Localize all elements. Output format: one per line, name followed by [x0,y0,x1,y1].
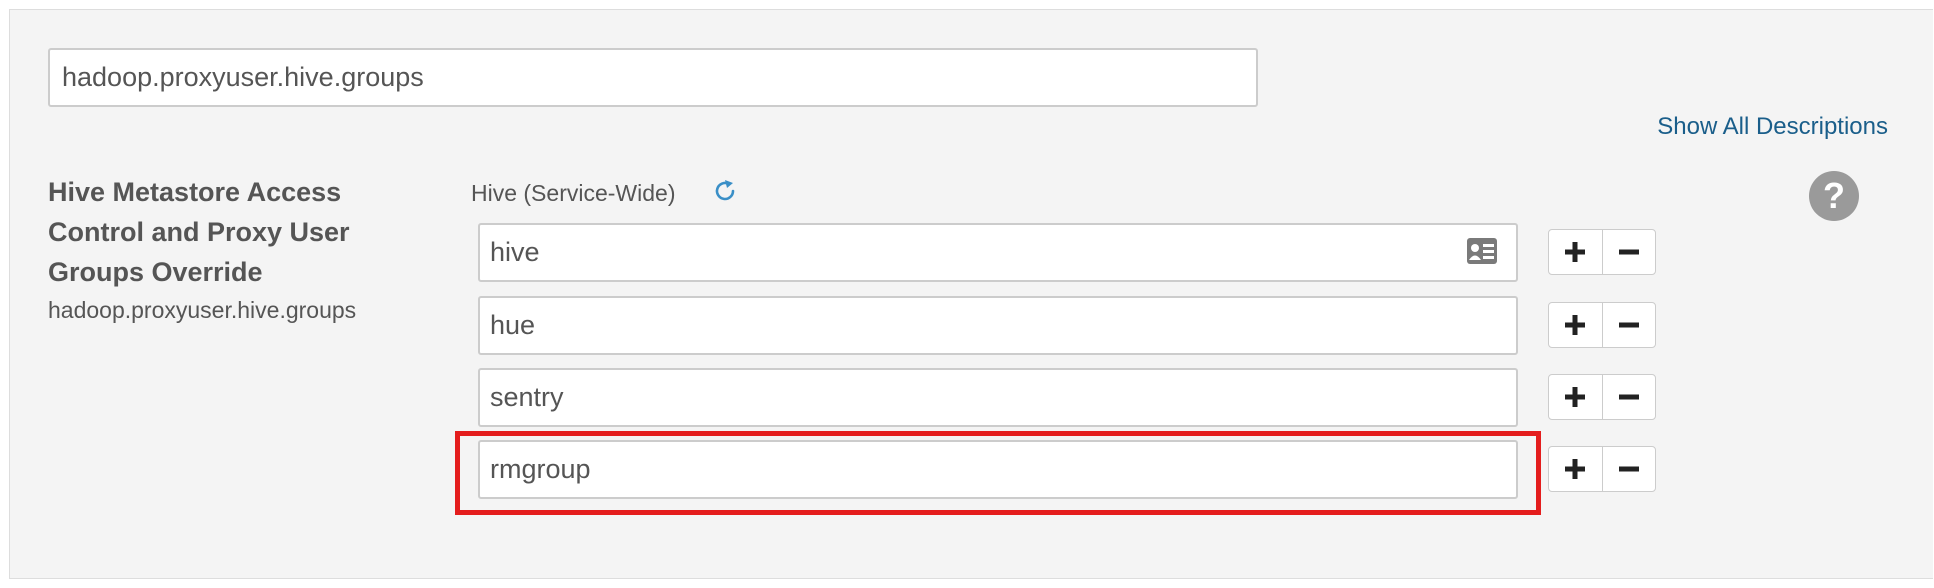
row-button-group [1548,302,1656,348]
remove-value-button[interactable] [1601,375,1656,419]
plus-icon [1565,459,1586,479]
minus-icon [1618,249,1639,255]
scope-label: Hive (Service-Wide) [471,180,676,206]
value-field[interactable]: sentry [478,368,1518,427]
add-value-button[interactable] [1549,230,1602,274]
refresh-icon[interactable] [713,178,739,204]
minus-icon [1618,394,1639,400]
value-field[interactable]: hue [478,296,1518,355]
property-title: Hive Metastore Access Control and Proxy … [48,177,350,287]
value-field[interactable]: hive [478,223,1518,282]
add-value-button[interactable] [1549,303,1602,347]
highlight-box [455,431,1541,515]
remove-value-button[interactable] [1601,230,1656,274]
row-button-group [1548,374,1656,420]
remove-value-button[interactable] [1601,303,1656,347]
plus-icon [1565,387,1586,407]
add-value-button[interactable] [1549,375,1602,419]
value-row: hue [478,296,1518,355]
row-button-group [1548,229,1656,275]
search-input[interactable] [48,48,1258,107]
remove-value-button[interactable] [1601,447,1656,491]
row-button-group [1548,446,1656,492]
id-card-icon [1467,238,1497,264]
plus-icon [1565,242,1586,262]
minus-icon [1618,466,1639,472]
plus-icon [1565,315,1586,335]
question-mark-icon[interactable]: ? [1809,171,1859,221]
minus-icon [1618,322,1639,328]
value-row: hive [478,223,1518,282]
show-all-descriptions-link[interactable]: Show All Descriptions [1657,113,1888,141]
value-row: sentry [478,368,1518,427]
add-value-button[interactable] [1549,447,1602,491]
property-key: hadoop.proxyuser.hive.groups [48,297,357,323]
